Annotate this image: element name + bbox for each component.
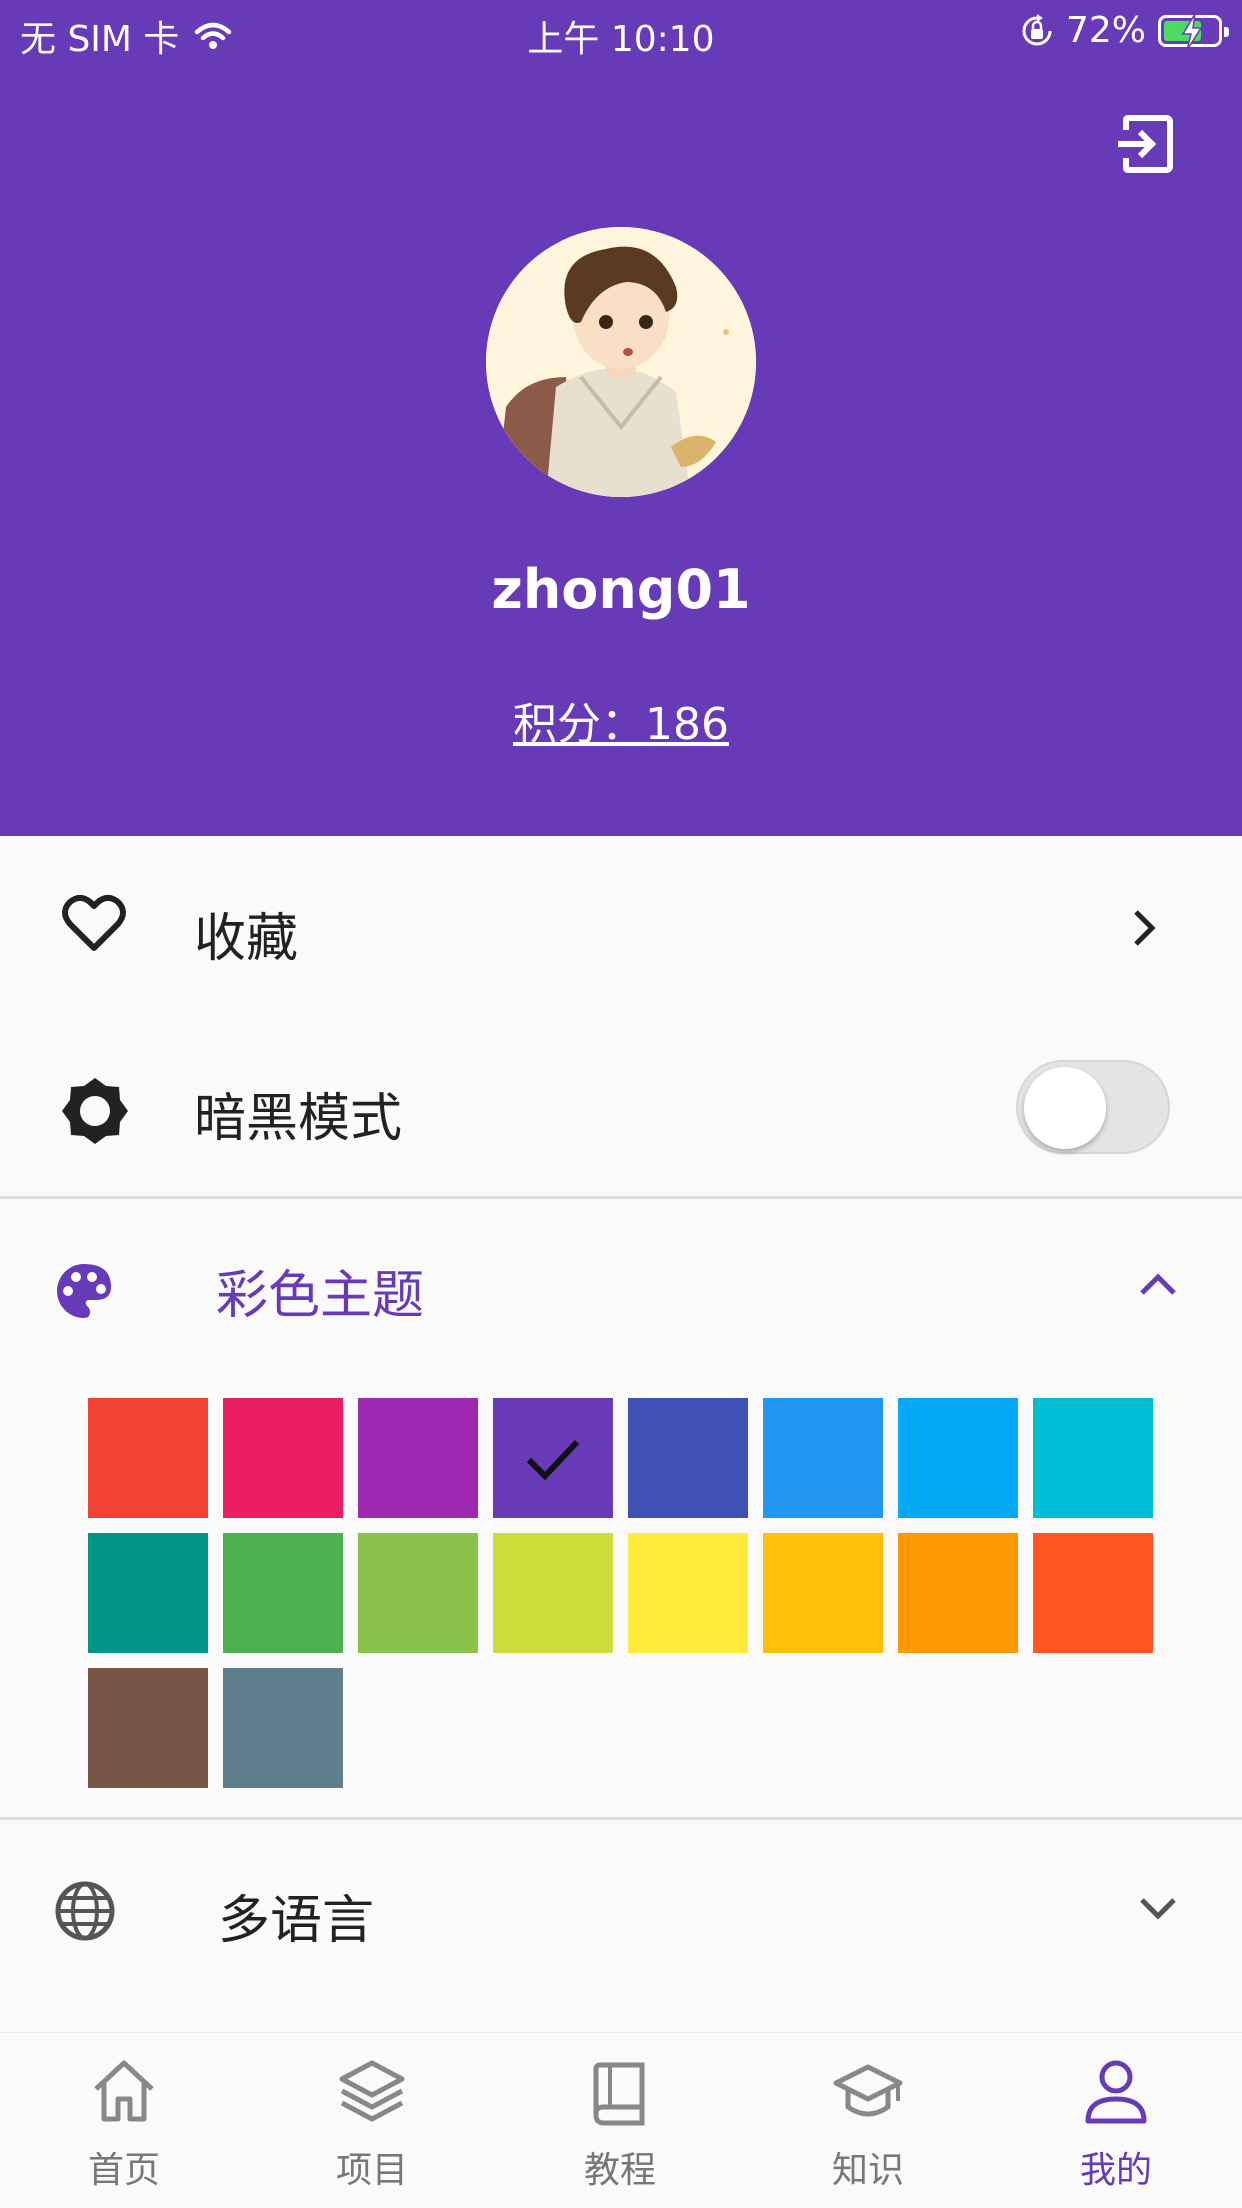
color-swatch[interactable]: [628, 1398, 748, 1518]
nav-label-tutorials: 教程: [583, 2150, 656, 2191]
color-swatch[interactable]: [898, 1533, 1018, 1653]
check-icon: [526, 1439, 580, 1481]
color-theme-row[interactable]: 彩色主题: [0, 1199, 1242, 1369]
color-swatch[interactable]: [763, 1533, 883, 1653]
nav-label-mine: 我的: [1079, 2150, 1152, 2191]
color-swatch[interactable]: [223, 1533, 343, 1653]
status-bar: 无 SIM 卡 上午 10:10 72%: [0, 0, 1242, 62]
color-swatch[interactable]: [1033, 1398, 1153, 1518]
brightness-icon: [62, 1078, 128, 1144]
favorites-label: 收藏: [194, 909, 299, 969]
dark-mode-label: 暗黑模式: [194, 1089, 403, 1149]
color-swatch[interactable]: [763, 1398, 883, 1518]
globe-icon: [55, 1881, 115, 1941]
color-swatch[interactable]: [358, 1398, 478, 1518]
battery-icon: [1158, 13, 1229, 50]
chevron-down-icon: [1140, 1898, 1176, 1920]
heart-icon: [62, 894, 126, 951]
status-time: 上午 10:10: [527, 19, 715, 60]
bottom-nav: 首页 项目 教程 知识 我的: [0, 2032, 1242, 2208]
profile-header: 无 SIM 卡 上午 10:10 72% zhong01 积分：186: [0, 0, 1242, 836]
logout-icon[interactable]: [1114, 112, 1178, 176]
rotation-lock-icon: [1022, 13, 1052, 45]
color-swatch[interactable]: [88, 1533, 208, 1653]
layers-icon: [339, 2060, 405, 2122]
color-swatch[interactable]: [493, 1533, 613, 1653]
book-icon: [593, 2062, 645, 2126]
color-swatch[interactable]: [88, 1398, 208, 1518]
nav-item-tutorials[interactable]: 教程: [496, 2033, 744, 2208]
nav-item-projects[interactable]: 项目: [248, 2033, 496, 2208]
color-swatch[interactable]: [88, 1668, 208, 1788]
palette-icon: [57, 1264, 111, 1318]
charging-bolt-icon: [1181, 13, 1203, 50]
username: zhong01: [491, 558, 751, 621]
color-theme-label: 彩色主题: [216, 1266, 425, 1326]
person-icon: [1085, 2060, 1147, 2124]
toggle-knob: [1024, 1067, 1106, 1149]
nav-label-knowledge: 知识: [831, 2150, 904, 2191]
nav-item-home[interactable]: 首页: [0, 2033, 248, 2208]
language-label: 多语言: [218, 1891, 375, 1951]
color-swatch[interactable]: [358, 1533, 478, 1653]
color-swatch[interactable]: [1033, 1533, 1153, 1653]
points-link[interactable]: 积分：186: [0, 688, 1242, 752]
color-swatch[interactable]: [493, 1398, 613, 1518]
color-swatch[interactable]: [223, 1398, 343, 1518]
color-swatch[interactable]: [898, 1398, 1018, 1518]
favorites-row[interactable]: 收藏: [0, 836, 1242, 1016]
chevron-right-icon: [1134, 910, 1156, 946]
language-row[interactable]: 多语言: [0, 1820, 1242, 2030]
avatar-illustration: [486, 227, 756, 497]
color-swatch[interactable]: [628, 1533, 748, 1653]
nav-item-mine[interactable]: 我的: [992, 2033, 1240, 2208]
color-swatch[interactable]: [223, 1668, 343, 1788]
avatar[interactable]: [486, 227, 756, 497]
profile-page: 无 SIM 卡 上午 10:10 72% zhong01 积分：186 收藏 暗…: [0, 0, 1242, 2208]
home-icon: [94, 2060, 154, 2122]
school-icon: [833, 2064, 903, 2117]
nav-item-knowledge[interactable]: 知识: [744, 2033, 992, 2208]
chevron-up-icon: [1140, 1273, 1176, 1295]
nav-label-home: 首页: [87, 2150, 160, 2191]
dark-mode-toggle[interactable]: [1016, 1060, 1170, 1154]
nav-label-projects: 项目: [335, 2150, 408, 2191]
battery-percent: 72%: [1065, 10, 1146, 51]
